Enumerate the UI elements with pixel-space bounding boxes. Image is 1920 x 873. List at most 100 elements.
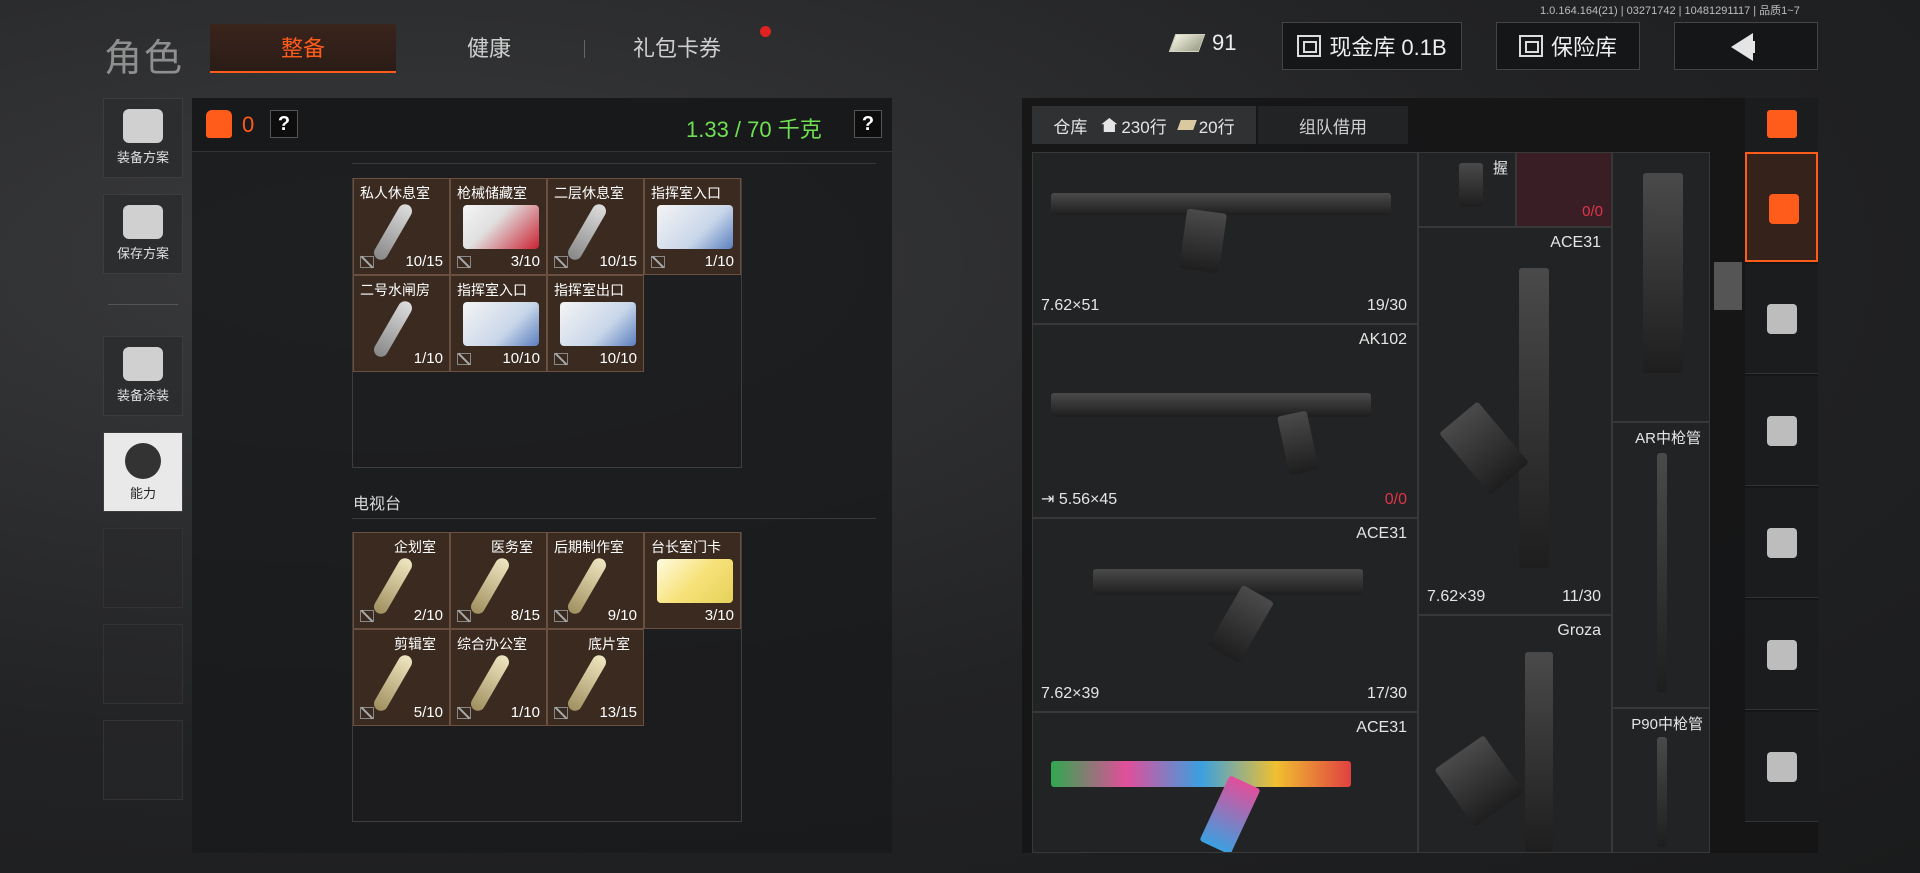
rifle-icon [1051,193,1391,215]
item-name: 二号水闸房 [360,282,430,298]
help-button[interactable]: ? [270,110,298,138]
sidebar-empty-slot [103,528,183,608]
item-name: 指挥室入口 [457,282,527,298]
key-item[interactable]: 医务室 8/15 [450,532,547,629]
safe-button[interactable]: 保险库 [1496,22,1640,70]
ticket-icon [1176,120,1197,130]
category-magazine[interactable] [1745,488,1818,598]
key-icon [371,652,415,714]
sidebar-empty-slot [103,720,183,800]
item-name: 剪辑室 [394,636,436,652]
keycard-icon [560,302,636,346]
save-plan-button[interactable]: 保存方案 [103,194,183,274]
category-ammo[interactable] [1745,600,1818,710]
sort-layers-icon [1767,110,1797,138]
key-item[interactable]: 指挥室入口 10/10 [450,275,547,372]
item-count: 1/10 [510,704,540,721]
weapon-slot[interactable]: 7.62×51 19/30 [1032,152,1418,324]
key-icon [468,652,512,714]
item-name: 台长室门卡 [651,539,721,555]
key-item[interactable]: 指挥室入口 1/10 [644,178,741,275]
weapon-slot[interactable]: Groza [1418,615,1612,853]
tab-health[interactable]: 健康 [396,24,582,73]
key-item[interactable]: 底片室 13/15 [547,629,644,726]
tab-team-borrow[interactable]: 组队借用 [1258,106,1408,144]
loadout-plan-button[interactable]: 装备方案 [103,98,183,178]
key-item[interactable]: 综合办公室 1/10 [450,629,547,726]
key-item[interactable]: 枪械储藏室 3/10 [450,178,547,275]
weight-display: 1.33 / 70 千克 [686,117,822,142]
weapon-slot[interactable]: 握 [1418,152,1516,227]
tab-equip[interactable]: 整备 [210,24,396,73]
section-divider [352,518,876,519]
item-count: 9/10 [607,607,637,624]
sort-button[interactable] [1745,98,1818,152]
key-item[interactable]: 台长室门卡 3/10 [644,532,741,629]
sidebar-empty-slot [103,624,183,704]
no-sell-icon [360,610,374,622]
weapon-name: AK102 [1358,331,1407,348]
sidebar-item-label: 保存方案 [116,246,169,261]
page-title: 角色 [104,38,185,80]
notification-dot [760,26,771,37]
item-count: 3/10 [704,607,734,624]
rifle-icon [1519,268,1549,568]
item-count: 0/0 [1582,203,1603,220]
weapon-slot[interactable]: 0/0 [1516,152,1612,227]
category-scope[interactable] [1745,712,1818,822]
no-sell-icon [457,353,471,365]
equipment-skin-button[interactable]: 装备涂装 [103,336,183,416]
download-save-icon [123,205,163,239]
cash-vault-button[interactable]: 现金库 0.1B [1282,22,1462,70]
magazine-icon [1767,528,1797,558]
item-slot[interactable]: P90中枪管 [1612,708,1710,853]
tab-warehouse[interactable]: 仓库 230行 20行 [1032,106,1256,144]
sidebar-item-label: 能力 [129,486,156,501]
item-name: 私人休息室 [360,185,430,201]
key-item[interactable]: 剪辑室 5/10 [353,629,450,726]
cash-amount: 91 [1212,30,1237,55]
key-item[interactable]: 二号水闸房 1/10 [353,275,450,372]
cash-display: 91 [1168,30,1237,56]
tab-label: 礼包卡券 [632,36,721,61]
no-sell-icon [457,610,471,622]
item-count: 13/15 [599,704,637,721]
key-item[interactable]: 后期制作室 9/10 [547,532,644,629]
weight-help-button[interactable]: ? [854,110,882,138]
ability-button[interactable]: 能力 [103,432,183,512]
item-name: 指挥室出口 [554,282,624,298]
weapon-slot[interactable]: ACE31 [1032,712,1418,853]
weapon-caliber: 7.62×51 [1041,297,1100,314]
helmet-paint-icon [123,347,163,381]
item-count: 5/10 [413,704,443,721]
keycard-icon [463,302,539,346]
category-all[interactable] [1745,152,1818,262]
weapon-slot[interactable]: ACE31 7.62×39 11/30 [1418,227,1612,615]
key-item[interactable]: 私人休息室 10/15 [353,178,450,275]
cash-stack-icon [1168,34,1206,52]
item-name: 二层休息室 [554,185,624,201]
item-slot[interactable] [1612,152,1710,422]
tab-gift-coupons[interactable]: 礼包卡券 [584,24,770,73]
item-name: 握 [1493,160,1509,177]
vest-count: 0 [242,112,255,137]
keycard-icon [657,205,733,249]
item-count: 2/10 [413,607,443,624]
item-name: 企划室 [394,539,436,555]
tab-label: 健康 [466,36,511,61]
weapon-caliber: ⇥ 5.56×45 [1041,491,1118,508]
category-helmet[interactable] [1745,264,1818,374]
key-item[interactable]: 指挥室出口 10/10 [547,275,644,372]
key-icon [565,555,609,617]
category-rifle[interactable] [1745,376,1818,486]
warehouse-scrollbar[interactable] [1714,262,1742,310]
weapon-slot[interactable]: ACE31 7.62×39 17/30 [1032,518,1418,712]
back-button[interactable] [1674,22,1818,70]
sidebar-divider [108,304,178,305]
key-item[interactable]: 企划室 2/10 [353,532,450,629]
item-slot[interactable]: AR中枪管 [1612,422,1710,708]
barrel-icon [1657,737,1667,847]
weapon-name: ACE31 [1356,719,1407,736]
weapon-slot[interactable]: AK102 ⇥ 5.56×45 0/0 [1032,324,1418,518]
key-item[interactable]: 二层休息室 10/15 [547,178,644,275]
